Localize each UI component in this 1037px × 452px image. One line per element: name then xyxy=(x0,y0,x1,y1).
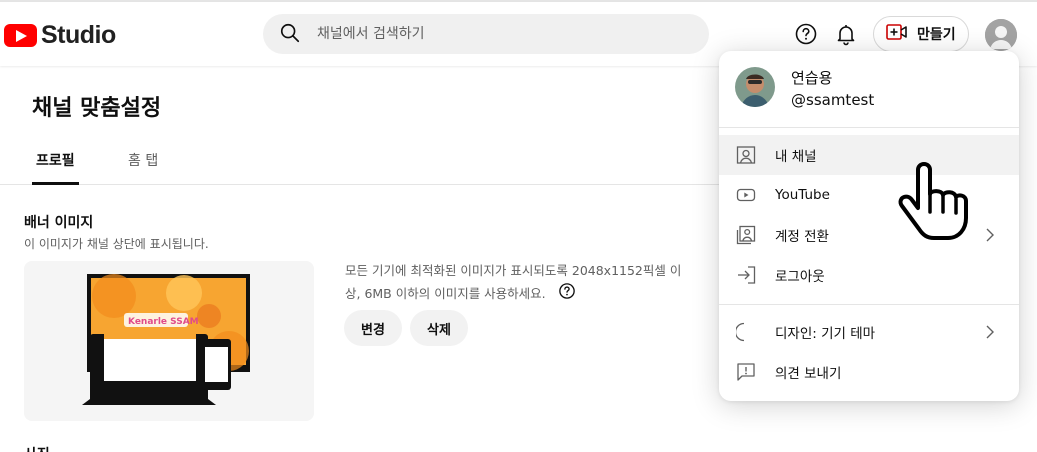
tab-profile[interactable]: 프로필 xyxy=(36,150,75,170)
sign-out-icon xyxy=(736,265,756,285)
moon-icon xyxy=(734,322,756,342)
account-handle: @ssamtest xyxy=(791,91,875,109)
account-name: 연습용 xyxy=(791,69,833,87)
menu-item-label: 의견 보내기 xyxy=(775,366,842,382)
page-title: 채널 맞춤설정 xyxy=(32,96,162,121)
help-icon[interactable] xyxy=(792,20,820,48)
menu-item-label: YouTube xyxy=(775,187,830,203)
logo-text: Studio xyxy=(41,21,116,49)
youtube-icon xyxy=(736,185,756,205)
menu-item-label: 계정 전환 xyxy=(775,229,829,245)
help-icon[interactable] xyxy=(558,282,576,307)
feedback-icon xyxy=(736,362,756,382)
switch-account-icon xyxy=(736,225,756,245)
banner-section-title: 배너 이미지 xyxy=(24,215,94,231)
create-video-icon xyxy=(886,23,908,45)
studio-logo[interactable]: Studio xyxy=(4,21,116,50)
banner-preview: Kenarle SSAM xyxy=(24,261,314,421)
tab-home[interactable]: 홈 탭 xyxy=(128,150,158,170)
menu-divider xyxy=(719,304,1019,305)
banner-description-text: 모든 기기에 최적화된 이미지가 표시되도록 2048x1152픽셀 이상, 6… xyxy=(345,263,682,301)
search-input[interactable] xyxy=(317,14,687,54)
tab-bar: 프로필 홈 탭 xyxy=(0,140,720,185)
delete-banner-button[interactable]: 삭제 xyxy=(410,310,468,346)
person-box-icon xyxy=(736,145,756,165)
menu-avatar xyxy=(735,67,775,107)
menu-item-switch-account[interactable]: 계정 전환 xyxy=(719,215,1019,255)
hand-pointer-cursor-icon xyxy=(894,158,970,246)
notifications-bell-icon[interactable] xyxy=(832,20,860,48)
device-preview-illustration: Kenarle SSAM xyxy=(82,274,250,405)
menu-item-my-channel[interactable]: 내 채널 xyxy=(719,135,1019,175)
banner-description: 모든 기기에 최적화된 이미지가 표시되도록 2048x1152픽셀 이상, 6… xyxy=(345,260,685,307)
next-section-title: 사진 xyxy=(24,444,50,452)
account-avatar-button[interactable] xyxy=(985,19,1017,51)
active-tab-indicator xyxy=(32,182,79,185)
search-bar[interactable] xyxy=(263,14,709,54)
youtube-play-icon xyxy=(4,24,37,47)
menu-item-youtube[interactable]: YouTube xyxy=(719,175,1019,215)
change-banner-button[interactable]: 변경 xyxy=(344,310,402,346)
search-icon[interactable] xyxy=(279,22,301,48)
menu-item-label: 로그아웃 xyxy=(775,269,825,285)
menu-item-theme[interactable]: 디자인: 기기 테마 xyxy=(719,312,1019,352)
menu-divider xyxy=(719,127,1019,128)
create-label: 만들기 xyxy=(917,27,956,43)
chevron-right-icon xyxy=(985,323,995,345)
menu-item-sign-out[interactable]: 로그아웃 xyxy=(719,255,1019,295)
banner-section-subtitle: 이 이미지가 채널 상단에 표시됩니다. xyxy=(24,237,209,251)
menu-item-label: 디자인: 기기 테마 xyxy=(775,326,876,342)
menu-item-label: 내 채널 xyxy=(775,149,817,165)
account-menu: 연습용 @ssamtest 내 채널 YouTube 계정 전환 로그아웃 디자… xyxy=(719,51,1019,401)
menu-item-feedback[interactable]: 의견 보내기 xyxy=(719,352,1019,392)
chevron-right-icon xyxy=(985,226,995,248)
banner-preview-logo: Kenarle SSAM xyxy=(128,317,199,327)
create-button[interactable]: 만들기 xyxy=(873,16,969,52)
